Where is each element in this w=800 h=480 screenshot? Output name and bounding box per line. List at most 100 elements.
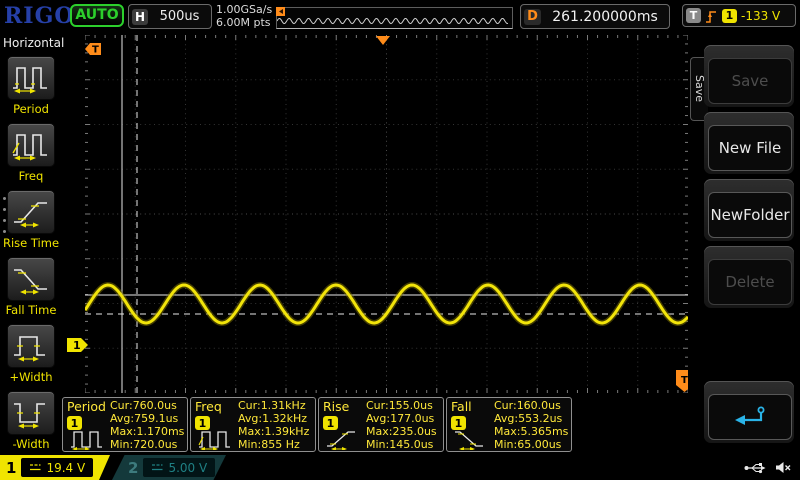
trigger-level-value: -133 V [741,9,780,23]
measure-menu-title: Horizontal [0,33,62,50]
svg-text:T: T [681,375,688,386]
measurement-name: Fall [451,399,472,414]
measurement-cur: Cur:155.0us [366,399,437,412]
measurement-cur: Cur:1.31kHz [238,399,309,412]
auto-status-badge: AUTO [70,4,124,27]
measure-menu: Horizontal Period Freq [0,33,62,455]
graticule-and-waveform: TT [85,35,688,393]
memory-depth: 6.00M pts [216,16,272,29]
measurement-min: Min:65.00us [494,438,568,451]
sound-muted-icon [775,461,792,474]
trigger-label: T [686,8,701,23]
system-status-icons [744,455,792,480]
period-icon [11,62,51,94]
channel-1-level-marker[interactable]: 1 [67,337,90,353]
channel-status-bar: 1 19.4 V 2 5.00 V [0,455,800,480]
measurement-avg: Avg:177.0us [366,412,437,425]
measurement-panel-fall: Fall 1 Cur:160.0us Avg:553.2us Max:5.365… [446,397,572,452]
trigger-channel-badge: 1 [722,9,737,23]
pos-width-icon [11,330,51,362]
memory-waveform-preview [276,7,513,29]
menu-slot [704,381,794,443]
measurement-max: Max:235.0us [366,425,437,438]
menu-slot: New File [704,112,794,174]
period-icon [69,428,105,450]
measurement-max: Max:1.39kHz [238,425,309,438]
rise-icon [325,428,361,450]
measurement-panel-period: Period 1 Cur:760.0us Avg:759.1us Max:1.1… [62,397,188,452]
menu-item-rise-time[interactable]: Rise Time [0,190,62,250]
menu-page-dot [3,197,6,200]
save-button[interactable]: Save [708,58,792,104]
dc-coupling-icon [29,463,41,472]
menu-item-pos-width[interactable]: +Width [0,324,62,384]
delay-box: D 261.200000ms [520,4,670,29]
channel-number: 2 [128,459,138,477]
channel-scale: 5.00 V [168,461,207,475]
measurement-panel-rise: Rise 1 Cur:155.0us Avg:177.0us Max:235.0… [318,397,444,452]
menu-item-period[interactable]: Period [0,56,62,116]
menu-item-label: Fall Time [0,303,62,317]
trigger-position-marker[interactable] [376,36,390,45]
trigger-box: T 1 -133 V [682,4,796,27]
back-button[interactable] [708,394,792,440]
menu-item-label: Freq [0,169,62,183]
menu-item-label: +Width [0,370,62,384]
measurement-avg: Avg:759.1us [110,412,184,425]
menu-page-dot [3,219,6,222]
top-status-bar: RIGOL AUTO H 500us 1.00GSa/s 6.00M pts D… [0,0,800,33]
svg-text:T: T [92,45,99,56]
waveform-display: TT [85,35,688,393]
sample-rate: 1.00GSa/s [216,3,272,16]
horizontal-scale-box: H 500us [128,4,212,29]
fall-icon [453,428,489,450]
oscilloscope-screen: RIGOL AUTO H 500us 1.00GSa/s 6.00M pts D… [0,0,800,480]
freq-icon [11,129,51,161]
rising-edge-icon [705,8,718,24]
delay-value: 261.200000ms [541,9,669,25]
menu-page-dot [3,230,6,233]
save-menu: Save Save New File NewFolder Delete [690,33,800,455]
menu-page-dot [3,208,6,211]
horizontal-label: H [132,9,148,25]
preview-waveform [277,8,510,28]
measurement-name: Period [67,399,106,414]
channel-scale: 19.4 V [46,461,85,475]
menu-item-neg-width[interactable]: -Width [0,391,62,451]
rise-time-icon [11,196,51,228]
measurement-name: Rise [323,399,349,414]
measurement-max: Max:5.365ms [494,425,568,438]
menu-item-fall-time[interactable]: Fall Time [0,257,62,317]
channel-2-status[interactable]: 2 5.00 V [112,455,226,480]
horizontal-scale-value: 500us [148,9,211,24]
menu-item-label: -Width [0,437,62,451]
menu-slot: Delete [704,246,794,308]
channel-number: 1 [6,459,16,477]
measurement-cur: Cur:160.0us [494,399,568,412]
measurement-cur: Cur:760.0us [110,399,184,412]
freq-icon [197,428,233,450]
measurement-min: Min:145.0us [366,438,437,451]
dc-coupling-icon [151,463,163,472]
delete-button[interactable]: Delete [708,259,792,305]
menu-slot: NewFolder [704,179,794,241]
new-file-button[interactable]: New File [708,125,792,171]
measurement-max: Max:1.170ms [110,425,184,438]
menu-item-label: Rise Time [0,236,62,250]
channel-1-status[interactable]: 1 19.4 V [0,455,110,480]
delay-label: D [524,9,541,25]
new-folder-button[interactable]: NewFolder [708,192,792,238]
menu-item-label: Period [0,102,62,116]
measurement-name: Freq [195,399,222,414]
measurement-panel-freq: Freq 1 Cur:1.31kHz Avg:1.32kHz Max:1.39k… [190,397,316,452]
return-arrow-icon [732,404,768,430]
preview-position-icon [276,7,286,17]
menu-slot: Save [704,45,794,107]
measurement-min: Min:720.0us [110,438,184,451]
acquisition-info: 1.00GSa/s 6.00M pts [216,3,272,29]
measurement-avg: Avg:553.2us [494,412,568,425]
fall-time-icon [11,263,51,295]
usb-icon [744,462,766,474]
measurement-min: Min:855 Hz [238,438,309,451]
menu-item-freq[interactable]: Freq [0,123,62,183]
